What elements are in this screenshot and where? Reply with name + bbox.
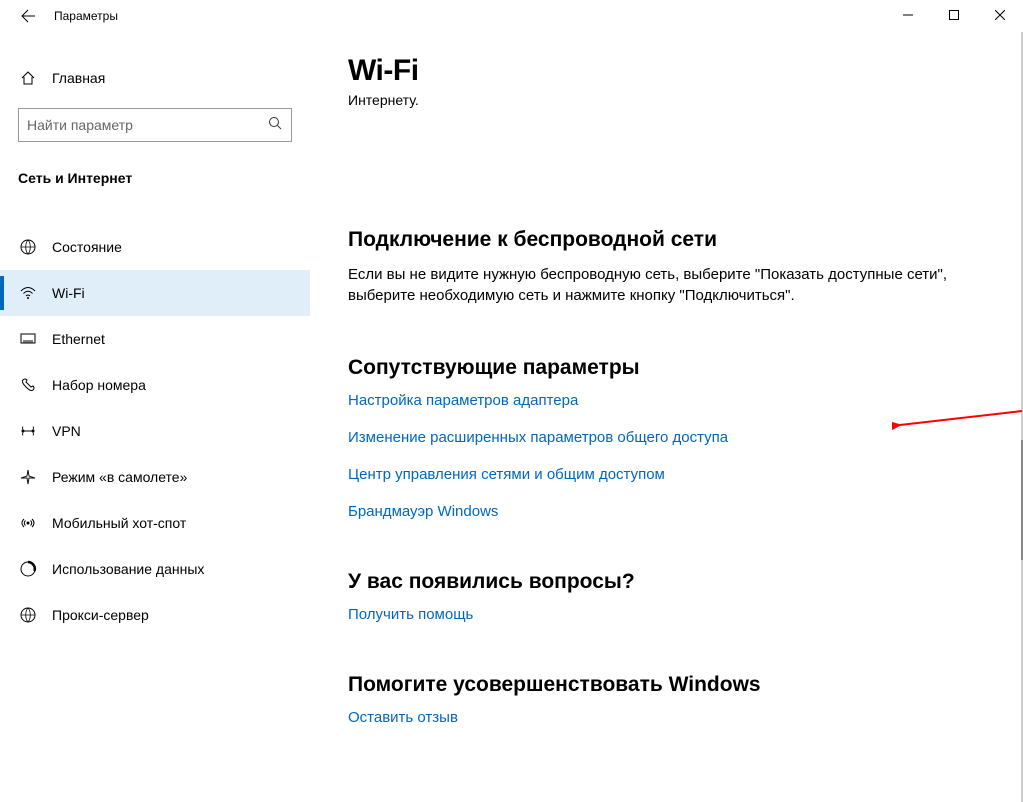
sidebar-item-proxy[interactable]: Прокси-сервер	[0, 592, 310, 638]
sidebar-item-label: VPN	[38, 423, 81, 439]
vpn-icon	[18, 422, 38, 440]
back-arrow-icon	[20, 8, 36, 24]
main-content: Wi-Fi Интернету. Подключение к беспровод…	[310, 32, 1023, 802]
section-title-related: Сопутствующие параметры	[348, 356, 1021, 380]
search-icon	[267, 115, 283, 136]
section-improve: Помогите усовершенствовать Windows Остав…	[348, 673, 1021, 726]
section-connect: Подключение к беспроводной сети Если вы …	[348, 228, 1021, 306]
link-firewall[interactable]: Брандмауэр Windows	[348, 503, 1021, 520]
sidebar-item-label: Использование данных	[38, 561, 204, 577]
sidebar-item-label: Набор номера	[38, 377, 146, 393]
titlebar: Параметры	[0, 0, 1023, 32]
sidebar: Главная Сеть и Интернет Состояние Wi-Fi	[0, 32, 310, 802]
section-title-connect: Подключение к беспроводной сети	[348, 228, 1021, 252]
section-title-improve: Помогите усовершенствовать Windows	[348, 673, 1021, 697]
airplane-icon	[18, 468, 38, 486]
wifi-icon	[18, 284, 38, 302]
sidebar-home-label: Главная	[38, 70, 105, 86]
window-title: Параметры	[48, 9, 118, 23]
sidebar-home[interactable]: Главная	[0, 58, 310, 98]
ethernet-icon	[18, 330, 38, 348]
sidebar-item-status[interactable]: Состояние	[0, 224, 310, 270]
sidebar-item-vpn[interactable]: VPN	[0, 408, 310, 454]
sidebar-nav: Состояние Wi-Fi Ethernet Набор номера	[0, 224, 310, 638]
link-feedback[interactable]: Оставить отзыв	[348, 709, 1021, 726]
close-button[interactable]	[977, 0, 1023, 30]
link-advanced-sharing[interactable]: Изменение расширенных параметров общего …	[348, 429, 1021, 446]
page-subtext: Интернету.	[348, 92, 981, 108]
sidebar-item-label: Состояние	[38, 239, 122, 255]
sidebar-item-label: Ethernet	[38, 331, 105, 347]
minimize-button[interactable]	[885, 0, 931, 30]
proxy-icon	[18, 606, 38, 624]
sidebar-item-hotspot[interactable]: Мобильный хот-спот	[0, 500, 310, 546]
sidebar-item-label: Мобильный хот-спот	[38, 515, 186, 531]
link-get-help[interactable]: Получить помощь	[348, 606, 1021, 623]
back-button[interactable]	[8, 0, 48, 32]
related-links: Настройка параметров адаптера Изменение …	[348, 392, 1021, 520]
page-title: Wi-Fi	[348, 54, 1021, 88]
close-icon	[995, 10, 1005, 20]
hotspot-icon	[18, 514, 38, 532]
search-input[interactable]	[27, 117, 267, 133]
sidebar-item-dialup[interactable]: Набор номера	[0, 362, 310, 408]
dialup-icon	[18, 376, 38, 394]
status-icon	[18, 238, 38, 256]
sidebar-item-wifi[interactable]: Wi-Fi	[0, 270, 310, 316]
minimize-icon	[903, 10, 913, 20]
sidebar-item-airplane[interactable]: Режим «в самолете»	[0, 454, 310, 500]
search-box[interactable]	[18, 108, 292, 142]
section-questions: У вас появились вопросы? Получить помощь	[348, 570, 1021, 623]
home-icon	[18, 70, 38, 86]
sidebar-category-title: Сеть и Интернет	[0, 142, 310, 200]
maximize-button[interactable]	[931, 0, 977, 30]
section-body-connect: Если вы не видите нужную беспроводную се…	[348, 264, 968, 306]
maximize-icon	[949, 10, 959, 20]
data-usage-icon	[18, 560, 38, 578]
link-adapter-settings[interactable]: Настройка параметров адаптера	[348, 392, 1021, 409]
section-title-questions: У вас появились вопросы?	[348, 570, 1021, 594]
sidebar-item-ethernet[interactable]: Ethernet	[0, 316, 310, 362]
sidebar-item-label: Режим «в самолете»	[38, 469, 187, 485]
section-related: Сопутствующие параметры Настройка параме…	[348, 356, 1021, 520]
sidebar-item-datausage[interactable]: Использование данных	[0, 546, 310, 592]
sidebar-item-label: Прокси-сервер	[38, 607, 149, 623]
sidebar-item-label: Wi-Fi	[38, 285, 85, 301]
window-controls	[885, 0, 1023, 30]
link-network-center[interactable]: Центр управления сетями и общим доступом	[348, 466, 1021, 483]
